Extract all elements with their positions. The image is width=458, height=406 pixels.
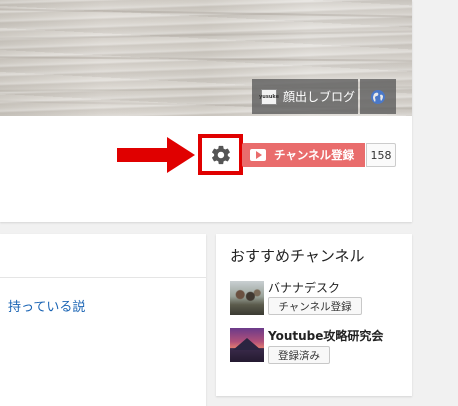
recommended-channels-title: おすすめチャンネル bbox=[230, 247, 365, 265]
banner-link-globe[interactable] bbox=[360, 79, 396, 114]
banner-link-blog[interactable]: yusuke 顔出しブログ bbox=[252, 79, 358, 114]
channel-name[interactable]: Youtube攻略研究会 bbox=[268, 327, 383, 344]
youtube-play-icon bbox=[250, 149, 266, 161]
banner-link-blog-label: 顔出しブログ bbox=[283, 90, 356, 104]
annotation-arrow-icon bbox=[117, 137, 195, 173]
channel-subscribe-button[interactable]: チャンネル登録 bbox=[268, 297, 362, 315]
content-card bbox=[0, 234, 206, 406]
video-title-link[interactable]: 持っている説 bbox=[8, 296, 85, 315]
channel-name[interactable]: バナナデスク bbox=[268, 279, 340, 296]
globe-icon bbox=[371, 89, 385, 104]
channel-thumbnail[interactable] bbox=[230, 328, 264, 362]
gear-icon bbox=[211, 145, 230, 164]
subscribe-button-label: チャンネル登録 bbox=[274, 148, 355, 162]
content-divider bbox=[0, 277, 206, 278]
channel-thumbnail[interactable] bbox=[230, 281, 264, 315]
subscribe-button[interactable]: チャンネル登録 bbox=[242, 143, 365, 167]
mountain-icon bbox=[233, 338, 261, 350]
blog-favicon-icon: yusuke bbox=[259, 88, 279, 105]
channel-settings-button[interactable] bbox=[198, 134, 243, 175]
channel-subscribed-button[interactable]: 登録済み bbox=[268, 346, 330, 364]
subscriber-count: 158 bbox=[366, 143, 396, 167]
